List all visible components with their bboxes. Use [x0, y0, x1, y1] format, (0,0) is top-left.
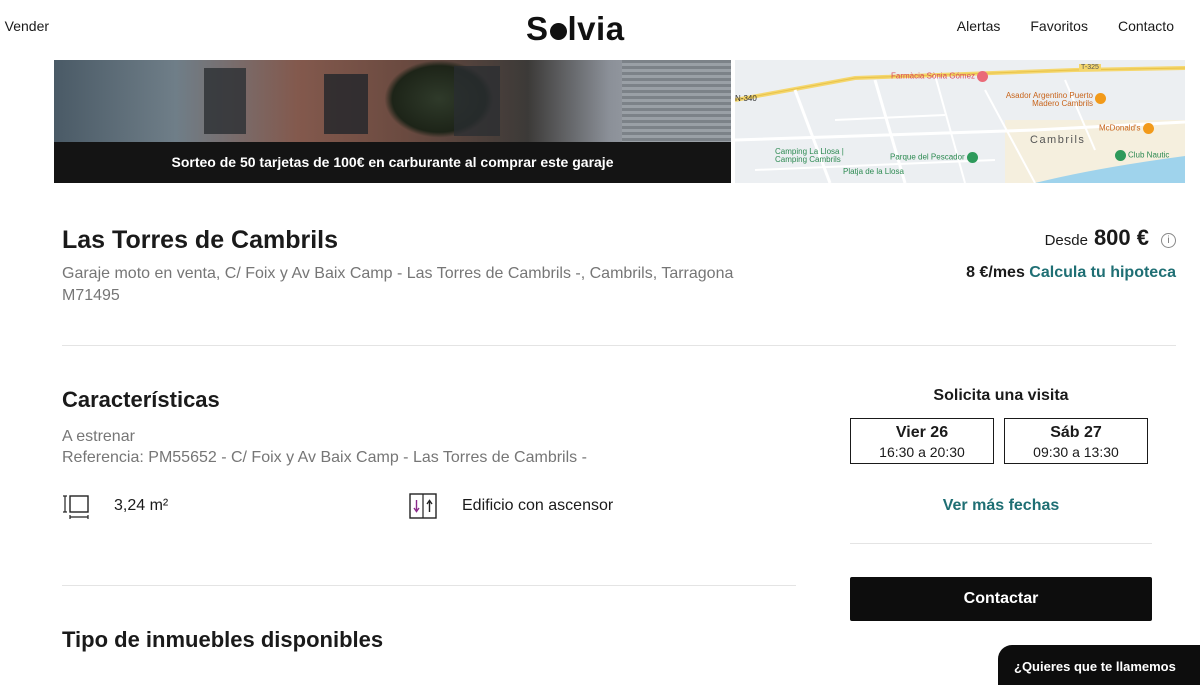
pharmacy-pin-icon — [977, 71, 989, 82]
map-label-n340: N-340 — [735, 94, 757, 103]
chevron-left-icon: ‹ — [0, 18, 1, 34]
mortgage-line: 8 €/mes Calcula tu hipoteca — [966, 264, 1176, 282]
callback-widget[interactable]: ¿Quieres que te llamemos — [998, 645, 1200, 685]
map-label-pharmacy: Farmàcia Sònia Gómez — [891, 71, 990, 82]
map-label-road-t: T-325 — [1079, 64, 1101, 71]
solvia-logo[interactable]: Slvia — [526, 10, 625, 48]
map-label-club: Club Nautic — [1113, 150, 1169, 161]
listing-address: Garaje moto en venta, C/ Foix y Av Baix … — [62, 265, 734, 304]
nav-right-links: Alertas Favoritos Contacto — [957, 18, 1174, 34]
property-photo[interactable]: Sorteo de 50 tarjetas de 100€ en carbura… — [54, 60, 731, 183]
map-label-asador: Asador Argentino Puerto Madero Cambrils — [1005, 91, 1093, 108]
feature-area: 3,24 m² — [62, 493, 168, 519]
monthly-payment: 8 €/mes — [966, 264, 1025, 281]
restaurant-pin-icon — [1095, 93, 1106, 104]
visit-divider — [850, 543, 1152, 544]
section-divider — [62, 345, 1176, 346]
photo-window — [324, 74, 368, 134]
map-label-platja: Platja de la Llosa — [843, 167, 904, 176]
map-label-parque: Parque del Pescador — [890, 152, 980, 163]
characteristics-heading: Características — [62, 387, 220, 412]
reference-text: Referencia: PM55652 - C/ Foix y Av Baix … — [62, 449, 587, 466]
map-label-camping: Camping La Llosa | Camping Cambrils — [775, 147, 844, 164]
visit-hours: 16:30 a 20:30 — [879, 444, 965, 460]
photo-window — [454, 66, 500, 136]
section-divider — [62, 585, 796, 586]
price-amount: 800 € — [1093, 225, 1149, 250]
map-label-mcdonalds: McDonald's — [1099, 123, 1156, 134]
price-block: Desde 800 € i — [1045, 225, 1176, 251]
feature-elevator: Edificio con ascensor — [408, 493, 613, 519]
visit-day: Vier 26 — [895, 424, 949, 441]
area-icon — [62, 493, 92, 519]
park-pin-icon — [966, 152, 978, 163]
condition-text: A estrenar — [62, 428, 135, 445]
info-icon[interactable]: i — [1161, 233, 1176, 248]
sell-link-label: Vender — [4, 18, 50, 34]
available-types-heading: Tipo de inmuebles disponibles — [62, 627, 384, 652]
nav-link-alertas[interactable]: Alertas — [957, 18, 1001, 34]
nav-link-favoritos[interactable]: Favoritos — [1030, 18, 1088, 34]
photo-garage-door — [622, 60, 731, 144]
map-label-town: Cambrils — [1030, 134, 1086, 146]
fastfood-pin-icon — [1142, 123, 1154, 134]
listing-title: Las Torres de Cambrils — [62, 226, 339, 254]
nav-link-contacto[interactable]: Contacto — [1118, 18, 1174, 34]
logo-dot — [549, 22, 567, 40]
mortgage-calculator-link[interactable]: Calcula tu hipoteca — [1029, 264, 1176, 281]
visit-hours: 09:30 a 13:30 — [1033, 444, 1119, 460]
visit-date-option[interactable]: Sáb 27 09:30 a 13:30 — [1004, 418, 1148, 464]
photo-caption: Sorteo de 50 tarjetas de 100€ en carbura… — [54, 142, 731, 183]
more-dates-link[interactable]: Ver más fechas — [850, 497, 1152, 515]
photo-window — [204, 68, 246, 134]
sell-link[interactable]: ‹ Vender — [0, 18, 49, 34]
marina-pin-icon — [1115, 150, 1126, 161]
elevator-icon — [408, 493, 438, 519]
feature-elevator-label: Edificio con ascensor — [462, 497, 614, 514]
feature-area-label: 3,24 m² — [114, 497, 169, 514]
location-map[interactable]: N-340 T-325 Farmàcia Sònia Gómez Asador … — [735, 60, 1185, 183]
contact-button[interactable]: Contactar — [850, 577, 1152, 621]
visit-date-option[interactable]: Vier 26 16:30 a 20:30 — [850, 418, 994, 464]
visit-heading: Solicita una visita — [933, 387, 1069, 404]
top-navigation: ‹ Vender Slvia Alertas Favoritos Contact… — [0, 0, 1200, 60]
visit-day: Sáb 27 — [1050, 424, 1102, 441]
price-prefix: Desde — [1044, 232, 1088, 249]
